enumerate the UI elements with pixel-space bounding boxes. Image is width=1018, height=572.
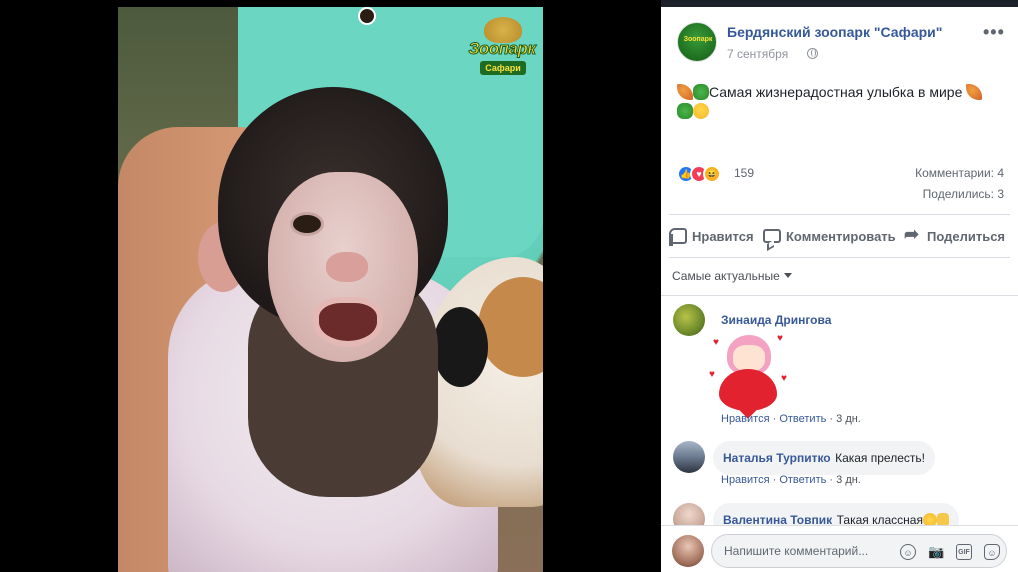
- monkey-mouth: [313, 297, 383, 347]
- post-header: Зоопарк Бердянский зоопарк "Сафари" 7 се…: [661, 7, 1018, 71]
- monkey-eye: [290, 212, 324, 236]
- haha-reaction-icon: 😆: [703, 165, 721, 183]
- post-photo[interactable]: Зоопарк Сафари: [118, 7, 543, 572]
- user-avatar[interactable]: [672, 535, 704, 567]
- post-text: Самая жизнерадостная улыбка в мире: [677, 83, 1007, 121]
- caret-down-icon: [783, 273, 792, 278]
- post-side-panel: Зоопарк Бердянский зоопарк "Сафари" 7 се…: [661, 7, 1018, 572]
- reaction-count[interactable]: 159: [734, 166, 754, 180]
- post-text-main: Самая жизнерадостная улыбка в мире: [709, 84, 963, 100]
- gif-icon[interactable]: GIF: [956, 544, 972, 560]
- page-name-link[interactable]: Бердянский зоопарк "Сафари": [727, 24, 942, 40]
- comment-meta: Нравится · Ответить · 3 дн.: [721, 474, 861, 486]
- comment-meta: Нравится · Ответить · 3 дн.: [721, 413, 861, 425]
- comments-count[interactable]: Комментарии: 4: [915, 166, 1004, 180]
- comment-author[interactable]: Зинаида Дрингова: [721, 313, 831, 327]
- avatar[interactable]: [673, 304, 705, 336]
- comment-text: Какая прелесть!: [835, 451, 925, 465]
- comment-button[interactable]: Комментировать: [763, 215, 896, 257]
- globe-icon: [807, 48, 818, 59]
- sticker-icon[interactable]: ☺: [984, 544, 1000, 560]
- comment-bubble: Наталья Турпитко Какая прелесть!: [713, 441, 935, 475]
- comment-placeholder: Напишите комментарий...: [724, 544, 869, 558]
- more-icon[interactable]: •••: [983, 23, 1005, 41]
- comment-icon: [763, 229, 781, 243]
- photo-viewer: Зоопарк Сафари: [0, 0, 661, 572]
- shares-count[interactable]: Поделились: 3: [923, 187, 1004, 201]
- page-avatar[interactable]: Зоопарк: [677, 22, 717, 62]
- post-timestamp[interactable]: 7 сентября: [727, 47, 788, 61]
- heart-sticker: ♥ ♥ ♥ ♥: [709, 329, 789, 413]
- camera-icon[interactable]: 📷: [928, 544, 944, 560]
- emoji-icon[interactable]: ☺: [900, 544, 916, 560]
- clover-emoji-icon: [677, 103, 693, 119]
- comment-reply-link[interactable]: Ответить: [779, 413, 826, 425]
- share-button[interactable]: Поделиться: [904, 215, 1005, 257]
- comment-like-link[interactable]: Нравится: [721, 474, 770, 486]
- share-icon: [904, 224, 922, 245]
- zoo-logo-watermark: Зоопарк Сафари: [466, 17, 538, 77]
- divider: [661, 295, 1018, 296]
- comment-reply-link[interactable]: Ответить: [779, 474, 826, 486]
- leaf-emoji-icon: [677, 84, 693, 100]
- leaf-emoji-icon: [966, 84, 983, 100]
- smile-emoji-icon: [693, 103, 709, 119]
- avatar[interactable]: [673, 441, 705, 473]
- monkey-nose: [326, 252, 368, 282]
- clover-emoji-icon: [693, 84, 709, 100]
- post-actions-bar: Нравится Комментировать Поделиться: [669, 214, 1010, 258]
- monkey-eye: [358, 7, 376, 25]
- like-icon: [669, 228, 687, 246]
- comment-composer: Напишите комментарий... ☺ 📷 GIF ☺: [661, 525, 1018, 572]
- comment-author[interactable]: Наталья Турпитко: [723, 451, 831, 465]
- comment-input[interactable]: Напишите комментарий... ☺ 📷 GIF ☺: [711, 534, 1007, 568]
- comment-like-link[interactable]: Нравится: [721, 413, 770, 425]
- like-button[interactable]: Нравится: [669, 215, 754, 257]
- comment-sort-dropdown[interactable]: Самые актуальные: [672, 269, 792, 283]
